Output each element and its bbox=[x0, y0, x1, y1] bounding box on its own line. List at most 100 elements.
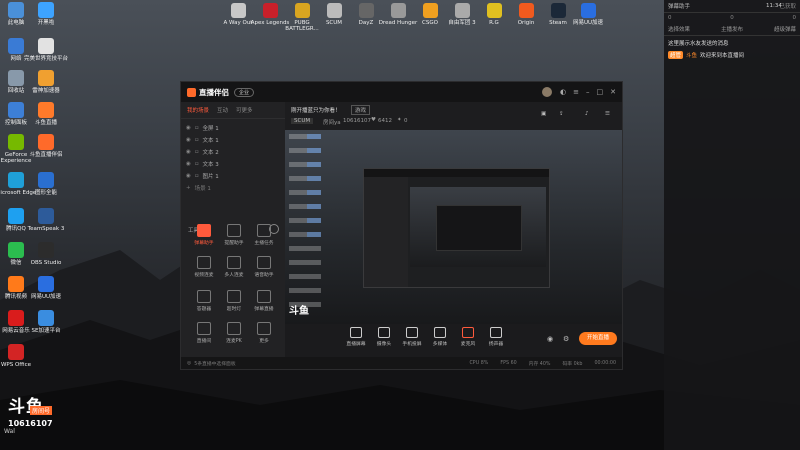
desktop-shortcut[interactable]: 网易UU加速 bbox=[568, 3, 608, 26]
visibility-icon[interactable]: ◉ bbox=[186, 161, 191, 167]
menu-icon[interactable]: ≡ bbox=[573, 88, 579, 96]
visibility-icon[interactable]: ◉ bbox=[186, 137, 191, 143]
scene-item[interactable]: ◉ ▫ 全屏 1 bbox=[181, 122, 285, 134]
eye-icon[interactable]: ◉ bbox=[547, 335, 553, 343]
scene-item[interactable]: ◉ ▫ 图片 1 bbox=[181, 170, 285, 182]
bottom-tool[interactable]: 手机投屏 bbox=[401, 327, 423, 347]
minimize-icon[interactable]: – bbox=[586, 88, 590, 96]
title-bar: 直播伴侣 企业 ◐ ≡ – □ ✕ bbox=[181, 82, 622, 102]
gift-icon: ✦ bbox=[397, 117, 402, 123]
visibility-icon[interactable]: ◉ bbox=[186, 125, 191, 131]
lock-icon[interactable]: ▫ bbox=[195, 125, 199, 131]
app-badge[interactable]: 企业 bbox=[234, 87, 255, 97]
add-icon: + bbox=[186, 185, 191, 191]
skin-icon[interactable]: ◐ bbox=[560, 88, 566, 96]
app-icon bbox=[580, 3, 596, 18]
toolbox-tool[interactable]: 语音助手 bbox=[251, 256, 277, 278]
visibility-icon[interactable]: ◉ bbox=[186, 149, 191, 155]
desktop-shortcut[interactable]: SE加速平台 bbox=[24, 310, 68, 334]
scene-item[interactable]: ◉ ▫ 文本 1 bbox=[181, 134, 285, 146]
toolbox-tool[interactable]: 超时灯 bbox=[221, 290, 247, 312]
visibility-icon[interactable]: ◉ bbox=[186, 173, 191, 179]
status-timer: 00:00:00 bbox=[594, 360, 616, 366]
lock-icon[interactable]: ▫ bbox=[195, 149, 199, 155]
toolbox-tool[interactable]: 弹幕直播 bbox=[251, 290, 277, 312]
toolbox-tool[interactable]: 视频连麦 bbox=[191, 256, 217, 278]
app-icon bbox=[38, 208, 54, 224]
app-icon bbox=[38, 2, 54, 18]
app-icon bbox=[294, 3, 310, 18]
preview-nested-window bbox=[363, 168, 550, 288]
tool-label: 答题器 bbox=[196, 307, 212, 312]
scene-item[interactable]: ◉ ▫ 文本 2 bbox=[181, 146, 285, 158]
desktop-shortcut-label: 完美世界竞技平台 bbox=[24, 56, 69, 62]
bottom-tool-icon bbox=[462, 327, 474, 338]
panel-tab-3[interactable]: 超级弹幕 bbox=[774, 25, 796, 33]
desktop-shortcut-label: WPS Office bbox=[0, 362, 32, 368]
tab-my-scene[interactable]: 我的场景 bbox=[187, 106, 209, 114]
maximize-icon[interactable]: □ bbox=[597, 88, 604, 96]
avatar[interactable] bbox=[542, 87, 553, 97]
bottom-tool[interactable]: 多媒体 bbox=[429, 327, 451, 347]
toolbox-tool[interactable]: 直播间 bbox=[191, 322, 217, 344]
admin-badge: 超管 bbox=[668, 51, 684, 59]
app-icon bbox=[486, 3, 502, 18]
tool-icon bbox=[257, 256, 271, 269]
desktop-shortcut[interactable]: 图形全能 bbox=[24, 172, 68, 196]
panel-tab-1[interactable]: 选择效果 bbox=[668, 25, 690, 33]
desktop-shortcut[interactable]: TeamSpeak 3 bbox=[24, 208, 68, 232]
app-icon bbox=[38, 102, 54, 118]
app-icon bbox=[454, 3, 470, 18]
desktop-shortcut[interactable]: 斗鱼直播伴侣 bbox=[24, 134, 68, 158]
lock-icon[interactable]: ▫ bbox=[195, 161, 199, 167]
notice-text[interactable]: 5条直播中选择面板 bbox=[194, 360, 235, 367]
add-scene-item[interactable]: + 场景 1 bbox=[181, 182, 285, 194]
preview-area[interactable]: 斗鱼 bbox=[285, 130, 622, 324]
stream-tag[interactable]: 游戏 bbox=[351, 105, 371, 115]
app-icon bbox=[8, 2, 24, 18]
bottom-tool[interactable]: 麦克风 bbox=[457, 327, 479, 347]
toolbox-tool[interactable]: 多人连麦 bbox=[221, 256, 247, 278]
bottom-tool[interactable]: 摄像头 bbox=[373, 327, 395, 347]
share-icon[interactable]: ⇪ bbox=[559, 111, 564, 117]
bottom-tool-label: 手机投屏 bbox=[402, 342, 422, 347]
start-live-button[interactable]: 开始直播 bbox=[579, 332, 617, 345]
lock-icon[interactable]: ▫ bbox=[195, 137, 199, 143]
bottom-tool[interactable]: 扬声器 bbox=[485, 327, 507, 347]
tool-label: 连麦PK bbox=[226, 339, 242, 344]
tab-interact[interactable]: 互动 bbox=[217, 106, 228, 114]
scene-item[interactable]: ◉ ▫ 文本 3 bbox=[181, 158, 285, 170]
toolbox-tool[interactable]: 连麦PK bbox=[221, 322, 247, 344]
toolbox-tool[interactable]: 提醒助手 bbox=[221, 224, 247, 246]
panel-message: 超管 斗鱼 欢迎来到本直播间 bbox=[664, 50, 800, 60]
desktop-shortcut[interactable]: 完美世界竞技平台 bbox=[24, 38, 68, 62]
toolbox-tool[interactable]: 更多 bbox=[251, 322, 277, 344]
tab-more[interactable]: 可更多 bbox=[236, 106, 253, 114]
left-pane: 我的场景 互动 可更多 ◉ ▫ 全屏 1 ◉ ▫ 文本 1 ◉ ▫ 文本 2 ◉ ▫ 文本 3 ◉ ▫ 图片… bbox=[181, 102, 285, 357]
desktop-shortcut[interactable]: 雷神加速器 bbox=[24, 70, 68, 94]
stream-title[interactable]: 刚开播蓝只为你看！ bbox=[291, 106, 341, 114]
bell-icon[interactable]: ♪ bbox=[585, 111, 589, 117]
toolbox-tool[interactable]: 主播任务 bbox=[251, 224, 277, 246]
lock-icon[interactable]: ▫ bbox=[195, 173, 199, 179]
desktop-shortcut[interactable]: 网易UU加速 bbox=[24, 276, 68, 300]
desktop-shortcut[interactable]: 斗鱼直播 bbox=[24, 102, 68, 126]
toolbox-tool[interactable]: 弹幕助手 bbox=[191, 224, 217, 246]
desktop-shortcut[interactable]: WPS Office bbox=[0, 344, 38, 368]
message-text: 欢迎来到本直播间 bbox=[700, 53, 745, 59]
danmu-side-panel: 弹幕助手 已获取 0 0 0 选择效果 主播发布 超级弹幕 这里展示水友发送的消… bbox=[664, 0, 800, 450]
tool-label: 更多 bbox=[259, 339, 269, 344]
bottom-tool-label: 扬声器 bbox=[488, 342, 504, 347]
tool-icon bbox=[257, 290, 271, 303]
close-icon[interactable]: ✕ bbox=[610, 88, 616, 96]
list-icon[interactable]: ☰ bbox=[605, 111, 610, 117]
game-category[interactable]: SCUM bbox=[291, 118, 314, 124]
bottom-tool[interactable]: 直播屏幕 bbox=[345, 327, 367, 347]
desktop-shortcut[interactable]: OBS Studio bbox=[24, 242, 68, 266]
douyu-room-sub: 房间号 bbox=[30, 406, 53, 415]
desktop-shortcut[interactable]: 开黑啦 bbox=[24, 2, 68, 26]
settings-icon[interactable]: ⚙ bbox=[563, 335, 569, 343]
panel-tab-2[interactable]: 主播发布 bbox=[721, 25, 743, 33]
shop-icon[interactable]: ▣ bbox=[541, 111, 546, 117]
toolbox-tool[interactable]: 答题器 bbox=[191, 290, 217, 312]
